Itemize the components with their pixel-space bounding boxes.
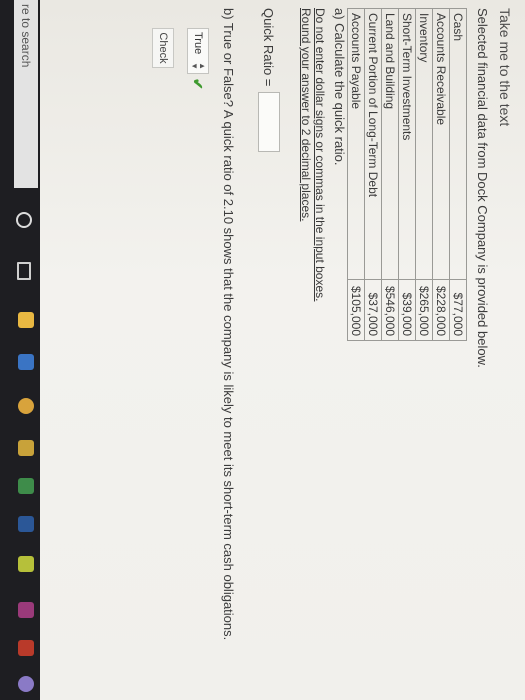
- question-content: Take me to the text Selected financial d…: [25, 0, 525, 700]
- input-instructions: Do not enter dollar signs or commas in t…: [299, 8, 327, 301]
- row-label: Land and Building: [381, 8, 399, 280]
- taskbar-app-icon[interactable]: [18, 440, 34, 456]
- selected-value: True: [192, 32, 204, 55]
- row-label: Inventory: [415, 8, 433, 280]
- row-value: $105,000: [347, 279, 365, 341]
- check-button[interactable]: Check: [152, 28, 174, 68]
- part-a-question: a) Calculate the quick ratio.: [332, 8, 347, 166]
- table-row: Land and Building $546,000: [381, 8, 399, 341]
- store-icon[interactable]: [18, 354, 34, 370]
- row-label: Accounts Payable: [347, 8, 365, 280]
- file-explorer-icon[interactable]: [18, 312, 34, 328]
- task-view-icon[interactable]: [17, 262, 31, 280]
- quick-ratio-label: Quick Ratio =: [261, 8, 277, 87]
- row-label: Accounts Receivable: [432, 8, 450, 280]
- row-label: Short-Term Investments: [398, 8, 416, 280]
- part-b-question: b) True or False? A quick ratio of 2.10 …: [221, 8, 236, 641]
- taskbar-search-box[interactable]: re to search: [14, 0, 38, 188]
- table-row: Short-Term Investments $39,000: [398, 8, 416, 341]
- true-false-row: True ▲ ▼ ✔: [187, 28, 209, 90]
- row-value: $37,000: [364, 279, 382, 341]
- cortana-circle-icon[interactable]: [16, 212, 32, 228]
- correct-checkmark-icon: ✔: [190, 78, 207, 90]
- windows-taskbar: re to search: [0, 0, 40, 700]
- taskbar-app-icon[interactable]: [18, 640, 34, 656]
- taskbar-app-icon[interactable]: [18, 602, 34, 618]
- row-value: $265,000: [415, 279, 433, 341]
- taskbar-app-icon[interactable]: [18, 556, 34, 572]
- table-row: Accounts Receivable $228,000: [432, 8, 450, 341]
- quick-ratio-input[interactable]: [258, 92, 280, 153]
- problem-intro: Selected financial data from Dock Compan…: [475, 8, 490, 368]
- row-value: $546,000: [381, 279, 399, 341]
- take-me-to-text-link[interactable]: Take me to the text: [497, 8, 513, 126]
- financial-data-table: Cash $77,000 Accounts Receivable $228,00…: [347, 8, 467, 341]
- row-label: Current Portion of Long-Term Debt: [364, 8, 382, 280]
- browser-icon[interactable]: [18, 398, 34, 414]
- table-row: Inventory $265,000: [415, 8, 433, 341]
- row-value: $228,000: [432, 279, 450, 341]
- row-value: $77,000: [449, 279, 467, 341]
- row-value: $39,000: [398, 279, 416, 341]
- row-label: Cash: [449, 8, 467, 280]
- note-round-decimals: Round your answer to 2 decimal places.: [299, 8, 313, 222]
- word-icon[interactable]: [18, 516, 34, 532]
- table-row: Current Portion of Long-Term Debt $37,00…: [364, 8, 382, 341]
- up-down-arrows-icon: ▲ ▼: [190, 62, 207, 70]
- photo-frame: Take me to the text Selected financial d…: [0, 0, 525, 700]
- taskbar-app-icon[interactable]: [18, 676, 34, 692]
- table-row: Accounts Payable $105,000: [347, 8, 365, 341]
- table-row: Cash $77,000: [449, 8, 467, 341]
- note-no-dollar-signs: Do not enter dollar signs or commas in t…: [313, 8, 327, 302]
- taskbar-app-icon[interactable]: [18, 478, 34, 494]
- true-false-select[interactable]: True ▲ ▼: [187, 28, 209, 74]
- quick-ratio-row: Quick Ratio =: [258, 8, 280, 153]
- screen: Take me to the text Selected financial d…: [0, 0, 525, 700]
